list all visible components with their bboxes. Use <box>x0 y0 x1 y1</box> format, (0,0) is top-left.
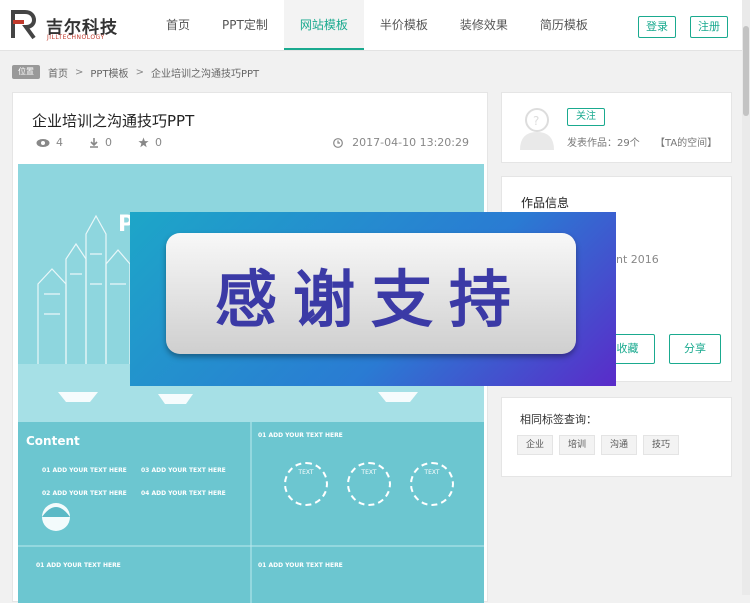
register-button[interactable]: 注册 <box>690 16 728 38</box>
brand-logo[interactable]: 吉尔科技 JILLTECHNOLOGY <box>10 8 120 44</box>
site-header: 吉尔科技 JILLTECHNOLOGY 首页 PPT定制 网站模板 半价模板 装… <box>0 0 750 51</box>
slide-text-bottom-left: 01 ADD YOUR TEXT HERE <box>36 562 121 569</box>
download-count: 0 <box>89 136 112 149</box>
location-badge: 位置 <box>12 65 40 79</box>
login-button[interactable]: 登录 <box>638 16 676 38</box>
breadcrumb-ppt[interactable]: PPT模板 <box>90 65 128 80</box>
clock-icon <box>333 137 344 148</box>
slide-text-bottom-right: 01 ADD YOUR TEXT HERE <box>258 562 343 569</box>
nav-item-half-price[interactable]: 半价模板 <box>364 0 444 50</box>
slide-circle-1: TEXT <box>284 462 328 506</box>
author-card: ? 关注 发表作品：29个 【TA的空间】 <box>501 92 732 163</box>
view-count: 4 <box>36 136 63 149</box>
slide-circle-2: TEXT <box>347 462 391 506</box>
svg-text:?: ? <box>533 114 539 128</box>
tag-item[interactable]: 企业 <box>517 435 554 455</box>
brand-sub: JILLTECHNOLOGY <box>47 34 105 41</box>
slide-text-3: 03 ADD YOUR TEXT HERE <box>141 467 226 474</box>
avatar-icon: ? <box>520 108 554 150</box>
breadcrumb-home[interactable]: 首页 <box>48 65 68 80</box>
eye-icon <box>36 138 50 147</box>
thanks-banner-overlay: 感谢支持 <box>130 212 616 386</box>
author-space-link[interactable]: 【TA的空间】 <box>655 134 717 149</box>
author-works-count: 发表作品：29个 <box>567 138 640 149</box>
publish-date: 2017-04-10 13:20:29 <box>333 136 469 149</box>
tags-title: 相同标签查询： <box>520 413 597 426</box>
nav-item-web-templates[interactable]: 网站模板 <box>283 0 364 50</box>
breadcrumb: 位置 首页 > PPT模板 > 企业培训之沟通技巧PPT <box>12 64 259 80</box>
slide-content-heading: Content <box>26 434 80 448</box>
nav-item-ppt-custom[interactable]: PPT定制 <box>206 0 284 50</box>
breadcrumb-separator: > <box>75 66 84 78</box>
page-scrollbar[interactable] <box>742 0 750 595</box>
nav-item-decoration[interactable]: 装修效果 <box>444 0 524 50</box>
tag-item[interactable]: 技巧 <box>643 435 680 455</box>
article-title: 企业培训之沟通技巧PPT <box>32 112 195 130</box>
article-stats: 4 0 0 <box>36 136 162 149</box>
nav-item-home[interactable]: 首页 <box>150 0 206 50</box>
tag-item[interactable]: 沟通 <box>601 435 638 455</box>
like-count: 0 <box>138 136 162 149</box>
download-count-value: 0 <box>105 136 112 149</box>
slide-text-2: 02 ADD YOUR TEXT HERE <box>42 490 127 497</box>
follow-button[interactable]: 关注 <box>567 108 605 126</box>
slide-circle-3: TEXT <box>410 462 454 506</box>
tag-item[interactable]: 培训 <box>559 435 596 455</box>
view-count-value: 4 <box>56 136 63 149</box>
slide-grid-lines <box>18 422 484 603</box>
main-nav: 首页 PPT定制 网站模板 半价模板 装修效果 简历模板 <box>150 0 604 50</box>
like-count-value: 0 <box>155 136 162 149</box>
slide-text-right: 01 ADD YOUR TEXT HERE <box>258 432 343 439</box>
logo-r-icon <box>11 10 37 40</box>
breadcrumb-separator: > <box>135 66 144 78</box>
thanks-banner-panel: 感谢支持 <box>166 233 576 354</box>
tags-card: 相同标签查询： 企业 培训 沟通 技巧 <box>501 397 732 477</box>
share-button[interactable]: 分享 <box>669 334 721 364</box>
thanks-banner-text: 感谢支持 <box>214 262 527 336</box>
publish-date-value: 2017-04-10 13:20:29 <box>352 136 469 149</box>
work-info-title: 作品信息 <box>521 196 570 210</box>
slide-text-4: 04 ADD YOUR TEXT HERE <box>141 490 226 497</box>
nav-item-resume[interactable]: 简历模板 <box>524 0 604 50</box>
software-version: nt 2016 <box>616 253 659 266</box>
star-icon <box>138 137 149 148</box>
breadcrumb-current: 企业培训之沟通技巧PPT <box>150 68 260 80</box>
download-icon <box>90 137 98 148</box>
slide-text-1: 01 ADD YOUR TEXT HERE <box>42 467 127 474</box>
scrollbar-thumb[interactable] <box>743 26 749 116</box>
preview-slide-contents <box>18 422 484 603</box>
